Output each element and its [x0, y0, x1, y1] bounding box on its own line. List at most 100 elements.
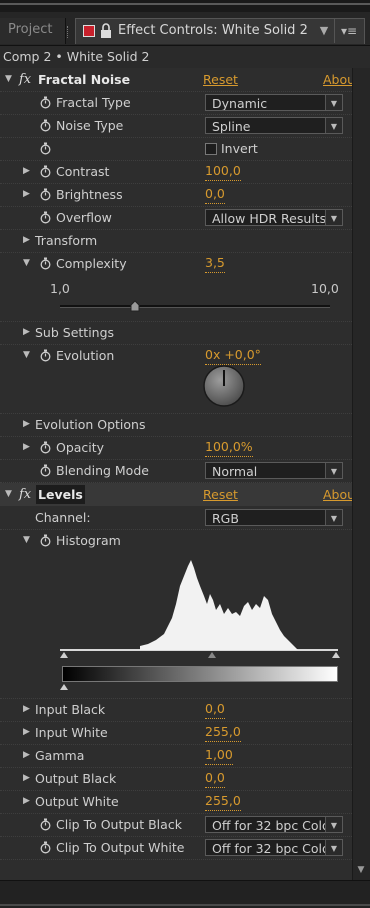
- stopwatch-icon[interactable]: [40, 841, 51, 854]
- twirl-triangle-icon[interactable]: ▶: [23, 436, 30, 459]
- twirl-triangle-icon[interactable]: ▶: [23, 698, 30, 721]
- lock-icon[interactable]: [100, 23, 112, 39]
- property-label: Output Black: [35, 771, 117, 786]
- panel-menu-icon[interactable]: ▾≡: [334, 19, 363, 43]
- complexity-value[interactable]: 3,5: [205, 254, 225, 273]
- clip-white-dropdown[interactable]: Off for 32 bpc Colo ▼: [205, 839, 343, 856]
- property-input-white: ▶ Input White 255,0: [0, 721, 352, 745]
- twirl-triangle-icon[interactable]: ▼: [5, 483, 12, 506]
- twirl-triangle-icon[interactable]: ▶: [23, 721, 30, 744]
- dropdown-value: Normal: [212, 464, 258, 479]
- tab-grip-icon[interactable]: [67, 26, 72, 38]
- stopwatch-icon[interactable]: [40, 349, 51, 362]
- panel-tab-bar: Project Effect Controls: White Solid 2 ▼…: [0, 12, 370, 46]
- property-label: Noise Type: [56, 118, 124, 133]
- output-black-value[interactable]: 0,0: [205, 769, 225, 788]
- stopwatch-icon[interactable]: [40, 441, 51, 454]
- stopwatch-icon[interactable]: [40, 818, 51, 831]
- vertical-scrollbar[interactable]: [352, 68, 370, 880]
- stopwatch-icon[interactable]: [40, 534, 51, 547]
- property-clip-output-black: Clip To Output Black Off for 32 bpc Colo…: [0, 813, 352, 837]
- evolution-dial-area: [0, 364, 352, 414]
- twirl-triangle-icon[interactable]: ▶: [23, 160, 30, 183]
- chevron-down-icon: ▼: [325, 510, 342, 525]
- window-top-strip: [0, 0, 370, 12]
- about-link[interactable]: Abou: [323, 483, 355, 506]
- property-group-evolution-options[interactable]: ▶ Evolution Options: [0, 413, 352, 437]
- slider-max-label: 10,0: [311, 281, 339, 296]
- property-invert: Invert: [0, 137, 352, 161]
- twirl-triangle-icon[interactable]: ▶: [23, 413, 30, 436]
- twirl-triangle-icon[interactable]: ▶: [23, 790, 30, 813]
- reset-link[interactable]: Reset: [203, 68, 238, 91]
- clip-black-dropdown[interactable]: Off for 32 bpc Colo ▼: [205, 816, 343, 833]
- property-label: Contrast: [56, 164, 110, 179]
- effect-header-fractal-noise[interactable]: ▼ fx Fractal Noise Reset Abou: [0, 68, 355, 92]
- stopwatch-icon[interactable]: [40, 464, 51, 477]
- property-opacity: ▶ Opacity 100,0%: [0, 436, 352, 460]
- twirl-triangle-icon[interactable]: ▼: [5, 68, 12, 91]
- property-group-transform[interactable]: ▶ Transform: [0, 229, 352, 253]
- slider-thumb[interactable]: [130, 300, 140, 312]
- stopwatch-icon[interactable]: [40, 257, 51, 270]
- twirl-triangle-icon[interactable]: ▶: [23, 321, 30, 344]
- panel-bottom-bar: [0, 880, 370, 908]
- overflow-dropdown[interactable]: Allow HDR Results ▼: [205, 209, 343, 226]
- contrast-value[interactable]: 100,0: [205, 162, 241, 181]
- property-blending-mode: Blending Mode Normal ▼: [0, 459, 352, 483]
- property-contrast: ▶ Contrast 100,0: [0, 160, 352, 184]
- fractal-type-dropdown[interactable]: Dynamic ▼: [205, 94, 343, 111]
- stopwatch-icon[interactable]: [40, 96, 51, 109]
- input-black-value[interactable]: 0,0: [205, 700, 225, 719]
- stopwatch-icon[interactable]: [40, 211, 51, 224]
- slider-track[interactable]: [60, 305, 330, 308]
- stopwatch-icon[interactable]: [40, 165, 51, 178]
- blending-mode-dropdown[interactable]: Normal ▼: [205, 462, 343, 479]
- reset-link[interactable]: Reset: [203, 483, 238, 506]
- about-link[interactable]: Abou: [323, 68, 355, 91]
- twirl-triangle-icon[interactable]: ▼: [23, 252, 30, 275]
- channel-dropdown[interactable]: RGB ▼: [205, 509, 343, 526]
- noise-type-dropdown[interactable]: Spline ▼: [205, 117, 343, 134]
- scroll-down-icon[interactable]: ▼: [352, 860, 370, 880]
- stopwatch-icon[interactable]: [40, 142, 51, 155]
- property-label: Input White: [35, 725, 108, 740]
- angle-dial[interactable]: [202, 364, 246, 408]
- effect-name: Levels: [36, 485, 85, 504]
- input-white-value[interactable]: 255,0: [205, 723, 241, 742]
- twirl-triangle-icon[interactable]: ▶: [23, 229, 30, 252]
- twirl-triangle-icon[interactable]: ▶: [23, 183, 30, 206]
- property-overflow: Overflow Allow HDR Results ▼: [0, 206, 352, 230]
- input-level-handles[interactable]: [58, 646, 342, 660]
- output-white-value[interactable]: 255,0: [205, 792, 241, 811]
- effect-header-levels[interactable]: ▼ fx Levels Reset Abou: [0, 483, 355, 506]
- property-group-sub-settings[interactable]: ▶ Sub Settings: [0, 321, 352, 345]
- twirl-triangle-icon[interactable]: ▼: [23, 344, 30, 367]
- fx-toggle-icon[interactable]: fx: [19, 483, 31, 506]
- fx-toggle-icon[interactable]: fx: [19, 68, 31, 91]
- tab-project[interactable]: Project: [0, 18, 66, 44]
- twirl-triangle-icon[interactable]: ▶: [23, 744, 30, 767]
- brightness-value[interactable]: 0,0: [205, 185, 225, 204]
- property-output-white: ▶ Output White 255,0: [0, 790, 352, 814]
- property-complexity: ▼ Complexity 3,5: [0, 252, 352, 275]
- evolution-value[interactable]: 0x +0,0°: [205, 346, 261, 365]
- output-level-handles[interactable]: [58, 680, 342, 692]
- gamma-value[interactable]: 1,00: [205, 746, 233, 765]
- property-label: Output White: [35, 794, 119, 809]
- property-histogram: ▼ Histogram: [0, 529, 352, 552]
- opacity-value[interactable]: 100,0%: [205, 438, 253, 457]
- property-label: Blending Mode: [56, 463, 149, 478]
- property-label: Histogram: [56, 533, 121, 548]
- property-label: Clip To Output Black: [56, 817, 182, 832]
- twirl-triangle-icon[interactable]: ▶: [23, 767, 30, 790]
- slider-min-label: 1,0: [50, 281, 70, 296]
- tab-effect-controls[interactable]: Effect Controls: White Solid 2 ▼ ▾≡: [75, 18, 365, 44]
- stopwatch-icon[interactable]: [40, 188, 51, 201]
- stopwatch-icon[interactable]: [40, 119, 51, 132]
- tab-close-icon[interactable]: ▼: [314, 19, 334, 43]
- invert-checkbox[interactable]: [205, 143, 217, 155]
- property-label: Gamma: [35, 748, 85, 763]
- twirl-triangle-icon[interactable]: ▼: [23, 529, 30, 552]
- property-brightness: ▶ Brightness 0,0: [0, 183, 352, 207]
